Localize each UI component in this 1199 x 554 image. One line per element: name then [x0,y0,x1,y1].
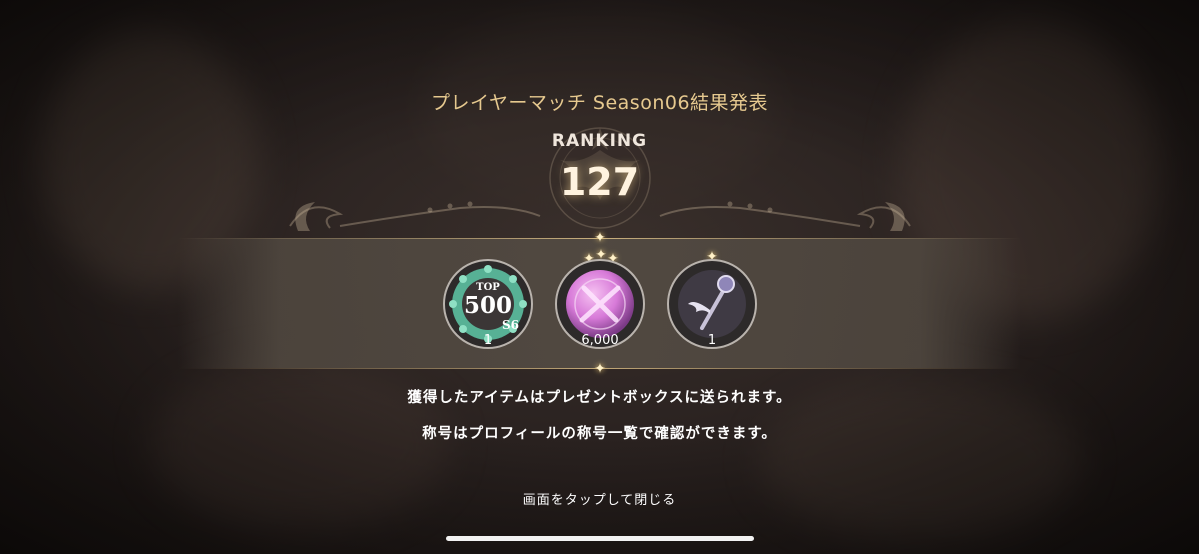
badge-number: 500 [463,292,512,319]
notice-line-1: 獲得したアイテムはプレゼントボックスに送られます。 [407,390,792,406]
tap-to-close-text[interactable]: 画面をタップして閉じる [0,489,1199,508]
sparkle-icon: ✦ [594,361,606,377]
result-title: プレイヤーマッチ Season06結果発表 [430,92,769,114]
badge-season-label: S6 [502,318,520,332]
reward-count: 1 [483,333,493,348]
reward-count: 6,000 [581,333,619,348]
ranking-label: RANKING [551,131,648,151]
notice-line-2: 称号はプロフィールの称号一覧で確認ができます。 [422,426,777,442]
sparkle-icon: ✦ [594,230,606,246]
reward-count: 1 [707,333,717,348]
ornament-flourish-icon [289,201,911,231]
home-indicator[interactable] [446,536,754,541]
